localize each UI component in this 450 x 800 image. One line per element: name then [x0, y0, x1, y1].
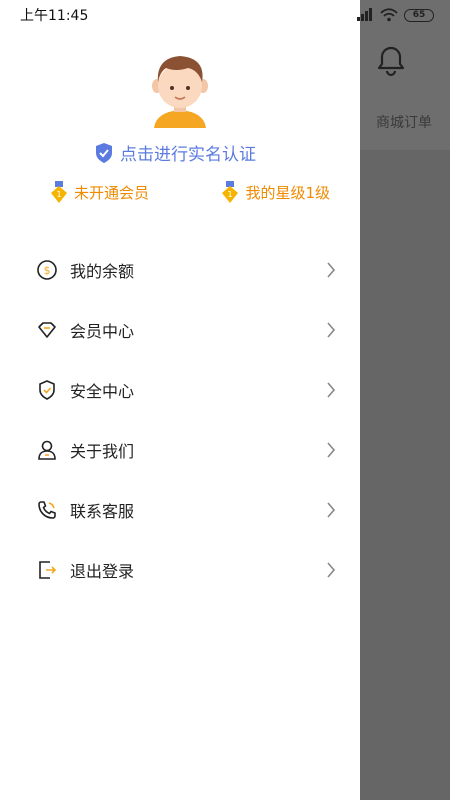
svg-text:$: $ [44, 264, 51, 277]
logout-icon [39, 561, 57, 579]
battery-level: 65 [412, 10, 426, 20]
chevron-right-icon [327, 322, 336, 338]
chevron-right-icon [327, 502, 336, 518]
menu-item-logout[interactable]: 退出登录 [0, 540, 360, 600]
menu-label: 联系客服 [70, 502, 135, 521]
avatar[interactable] [148, 50, 212, 128]
membership-badge[interactable]: 1 未开通会员 [50, 180, 149, 204]
cellular-signal-icon [357, 8, 372, 21]
star-level-badge[interactable]: 1 我的星级1级 [221, 180, 330, 204]
menu-item-membership[interactable]: 会员中心 [0, 300, 360, 360]
drawer-menu: $ 我的余额 会员中心 安全中心 关于我们 联系客服 退出登录 [0, 240, 360, 600]
chevron-right-icon [327, 262, 336, 278]
orders-label[interactable]: 商城订单 [376, 112, 432, 132]
status-icons: 65 [356, 8, 434, 22]
chevron-right-icon [327, 562, 336, 578]
phone-icon [38, 501, 56, 519]
battery-indicator: 65 [404, 8, 434, 22]
svg-text:1: 1 [228, 190, 233, 199]
chevron-right-icon [327, 442, 336, 458]
menu-item-security[interactable]: 安全中心 [0, 360, 360, 420]
medal-icon: 1 [222, 181, 239, 203]
menu-label: 安全中心 [70, 382, 135, 401]
svg-text:1: 1 [56, 190, 61, 199]
medal-icon: 1 [51, 181, 67, 203]
shield-icon [39, 380, 55, 400]
verify-text: 点击进行实名认证 [120, 145, 256, 165]
menu-label: 会员中心 [70, 322, 135, 341]
verify-identity-link[interactable]: 点击进行实名认证 [94, 140, 256, 165]
menu-label: 我的余额 [70, 262, 135, 281]
side-drawer: 点击进行实名认证 1 未开通会员 1 我的星级1级 $ 我的余额 会员中心 安全… [0, 0, 360, 800]
menu-label: 退出登录 [70, 562, 135, 581]
user-icon [38, 440, 56, 460]
membership-label: 未开通会员 [74, 183, 150, 202]
status-time: 上午11:45 [20, 8, 89, 24]
menu-item-support[interactable]: 联系客服 [0, 480, 360, 540]
wifi-icon [380, 8, 398, 22]
menu-item-about[interactable]: 关于我们 [0, 420, 360, 480]
bell-icon[interactable] [376, 44, 406, 78]
verified-shield-icon [96, 142, 112, 163]
star-level-label: 我的星级1级 [245, 183, 330, 202]
status-bar: 上午11:45 65 [0, 0, 450, 30]
menu-label: 关于我们 [70, 442, 135, 461]
diamond-icon [38, 322, 56, 338]
member-badges: 1 未开通会员 1 我的星级1级 [50, 180, 330, 204]
menu-item-balance[interactable]: $ 我的余额 [0, 240, 360, 300]
chevron-right-icon [327, 382, 336, 398]
coin-icon: $ [37, 260, 57, 280]
